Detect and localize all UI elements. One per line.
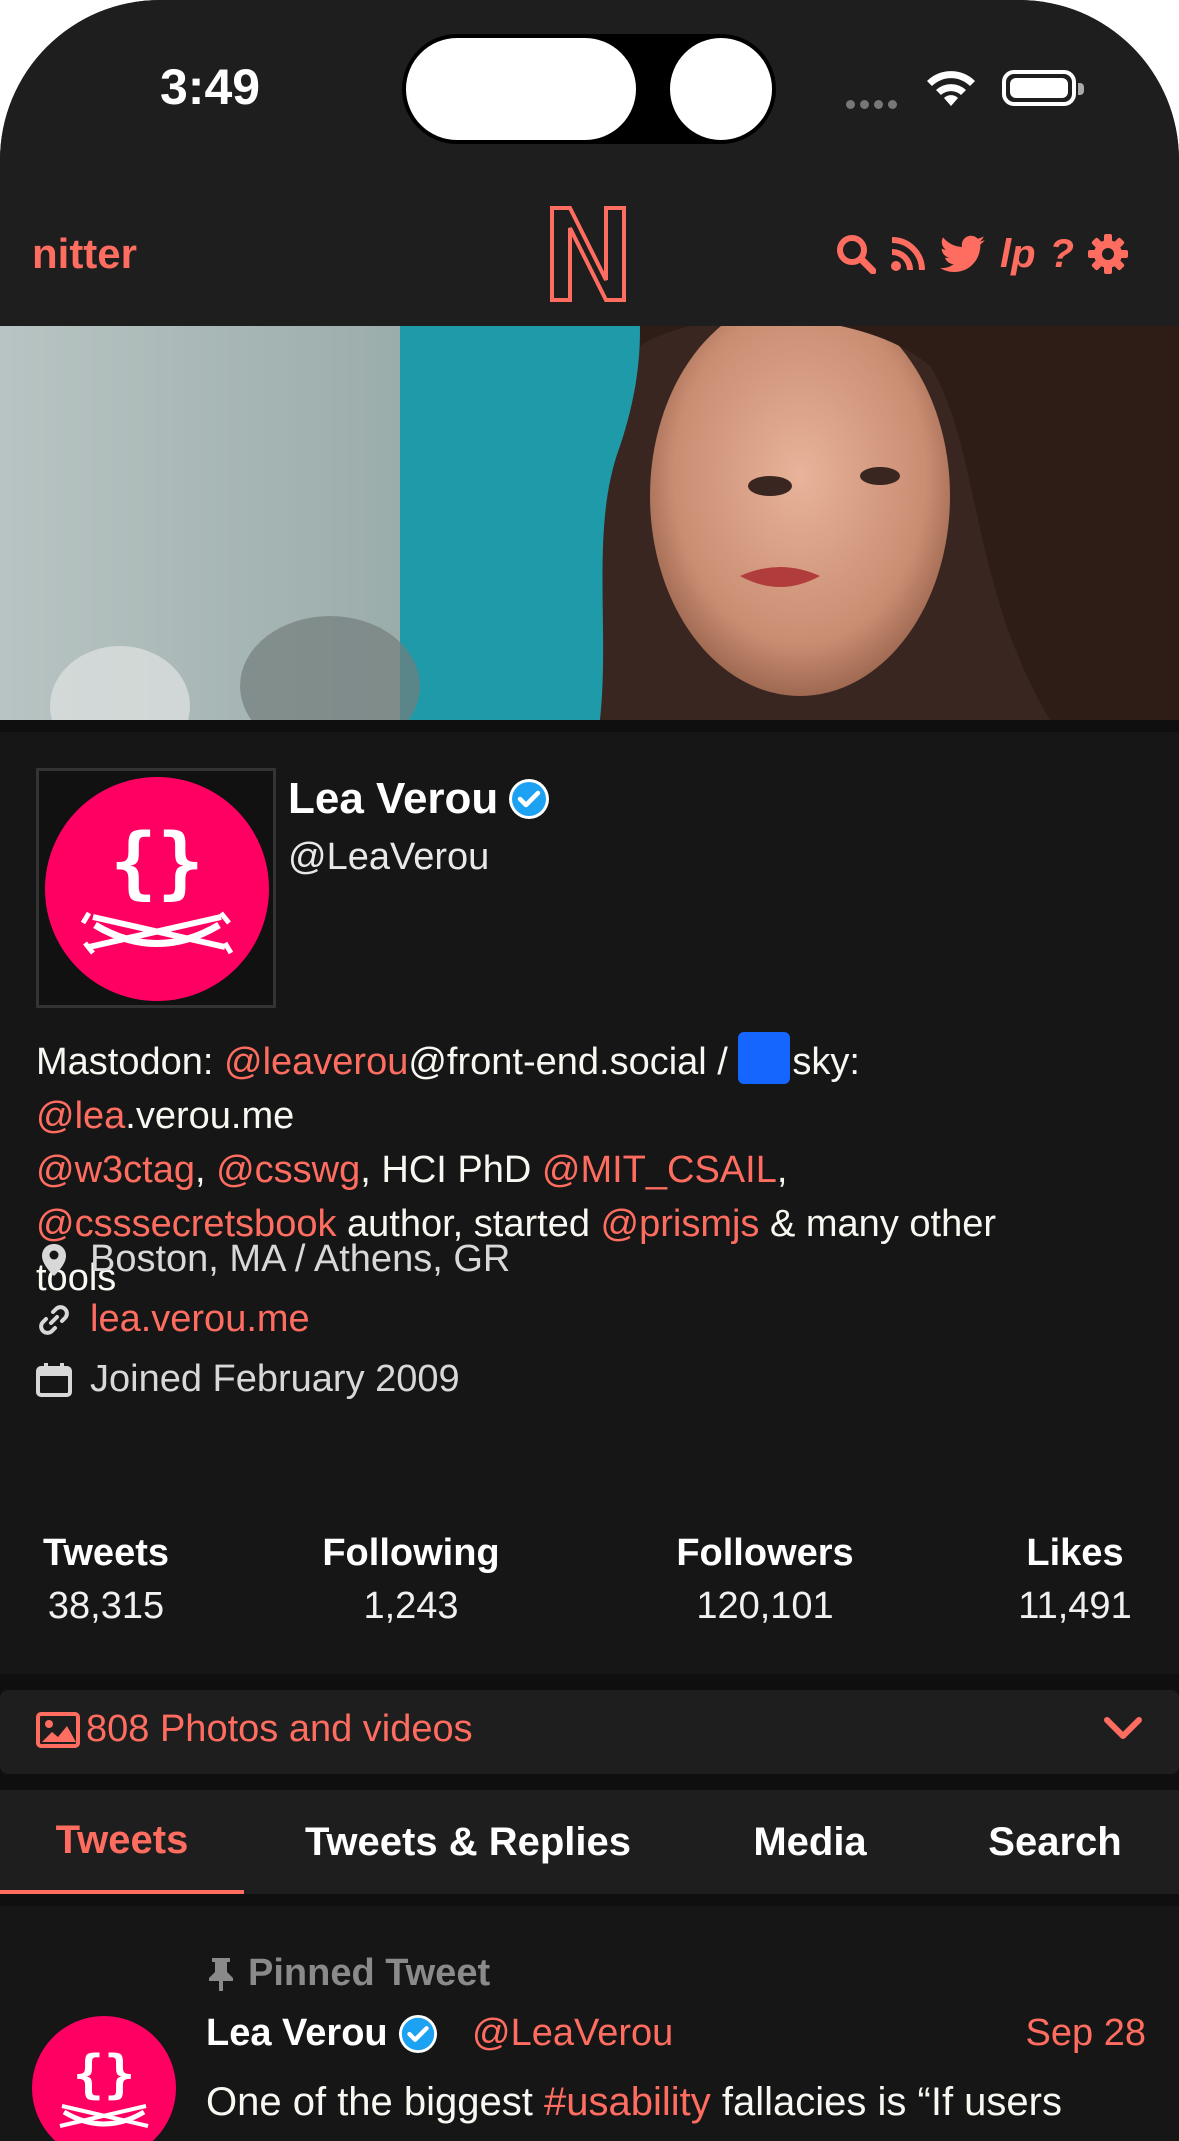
bio-text: .verou.me xyxy=(125,1095,295,1137)
svg-text:{}: {} xyxy=(110,818,204,908)
tweet-avatar[interactable]: {} xyxy=(32,2016,176,2141)
lp-icon[interactable]: lp xyxy=(1000,230,1036,278)
phone-screen: 3:49 nitter lp ? {} Lea Verou @LeaVerou … xyxy=(0,0,1179,2141)
bio-mention-link[interactable]: @w3ctag xyxy=(36,1149,195,1191)
bio-text: , xyxy=(194,1149,217,1191)
stat-value: 120,101 xyxy=(696,1585,834,1627)
bio-line-1: Mastodon: @leaverou@front-end.social / s… xyxy=(36,1032,1146,1089)
bio-text: , HCI PhD xyxy=(360,1149,542,1191)
stat-likes[interactable]: Likes 11,491 xyxy=(1006,1532,1144,1628)
profile-location: Boston, MA / Athens, GR xyxy=(36,1238,1136,1281)
battery-icon xyxy=(1002,70,1084,106)
bio-text: @front-end.social / xyxy=(408,1041,739,1083)
profile-username[interactable]: @LeaVerou xyxy=(288,836,489,879)
verified-badge-icon xyxy=(509,779,550,819)
pinned-tweet-label: Pinned Tweet xyxy=(206,1952,490,1995)
tab-media[interactable]: Media xyxy=(700,1790,920,1894)
tab-tweets[interactable]: Tweets xyxy=(0,1790,244,1894)
tweet-fullname[interactable]: Lea Verou xyxy=(206,2012,438,2055)
help-icon[interactable]: ? xyxy=(1050,230,1074,278)
website-link[interactable]: lea.verou.me xyxy=(90,1298,310,1341)
stat-followers[interactable]: Followers 120,101 xyxy=(660,1532,870,1628)
bio-mention-link[interactable]: @leaverou xyxy=(224,1041,408,1083)
stat-value: 1,243 xyxy=(363,1585,459,1627)
pinned-text: Pinned Tweet xyxy=(248,1952,491,1994)
cellular-signal-icon xyxy=(846,96,902,114)
location-text: Boston, MA / Athens, GR xyxy=(90,1238,511,1280)
settings-icon[interactable] xyxy=(1087,230,1128,278)
location-pin-icon xyxy=(36,1243,72,1277)
navbar: nitter lp ? xyxy=(0,190,1179,326)
timeline-item[interactable]: Pinned Tweet {} Lea Verou @LeaVerou Sep … xyxy=(0,1906,1179,2141)
profile-website: lea.verou.me xyxy=(36,1298,1136,1341)
link-icon xyxy=(36,1303,72,1337)
hashtag-link[interactable]: #usability xyxy=(544,2080,711,2124)
stat-label: Followers xyxy=(676,1532,854,1574)
search-icon[interactable] xyxy=(836,230,876,278)
tweet-fullname-text: Lea Verou xyxy=(206,2012,388,2054)
rss-icon[interactable] xyxy=(890,230,926,278)
profile-card: {} Lea Verou @LeaVerou Mastodon: @leaver… xyxy=(0,732,1179,1674)
tweet-content: One of the biggest #usability fallacies … xyxy=(206,2080,1146,2125)
profile-joindate: Joined February 2009 xyxy=(36,1358,1136,1401)
tweet-date[interactable]: Sep 28 xyxy=(1026,2012,1146,2055)
bio-mention-link[interactable]: @lea xyxy=(36,1095,125,1137)
verified-badge-icon xyxy=(398,2014,437,2053)
photos-and-videos-toggle[interactable]: 808 Photos and videos xyxy=(0,1690,1179,1774)
profile-banner[interactable] xyxy=(0,326,1179,720)
profile-avatar-frame[interactable]: {} xyxy=(36,768,276,1008)
stat-label: Likes xyxy=(1026,1532,1124,1574)
profile-fullname[interactable]: Lea Verou xyxy=(288,774,550,824)
dynamic-island xyxy=(402,34,776,144)
status-time: 3:49 xyxy=(160,59,261,115)
svg-text:{}: {} xyxy=(73,2045,136,2105)
pin-icon xyxy=(209,1957,233,1991)
chevron-down-icon[interactable] xyxy=(1103,1714,1143,1744)
profile-fullname-text: Lea Verou xyxy=(288,774,499,823)
tweet-text: One of the biggest xyxy=(206,2080,545,2124)
photos-label: 808 Photos and videos xyxy=(86,1708,473,1750)
nitter-logo-icon[interactable] xyxy=(548,204,628,304)
stat-value: 38,315 xyxy=(47,1585,165,1627)
bio-text: sky: xyxy=(792,1041,860,1083)
blue-square-emoji-icon xyxy=(738,1032,791,1084)
wifi-icon xyxy=(927,71,975,106)
bio-mention-link[interactable]: @MIT_CSAIL xyxy=(542,1149,777,1191)
tweet-header: Lea Verou @LeaVerou Sep 28 xyxy=(206,2012,1146,2066)
tab-tweets-replies[interactable]: Tweets & Replies xyxy=(270,1790,666,1894)
twitter-icon[interactable] xyxy=(940,230,986,278)
stat-label: Tweets xyxy=(42,1532,169,1574)
stat-tweets[interactable]: Tweets 38,315 xyxy=(36,1532,176,1628)
avatar[interactable]: {} xyxy=(45,777,269,1001)
tweet-text: fallacies is “If users xyxy=(710,2080,1062,2124)
stat-label: Following xyxy=(322,1532,500,1574)
bio-text: , xyxy=(776,1149,788,1191)
tweet-username[interactable]: @LeaVerou xyxy=(472,2012,673,2055)
status-bar: 3:49 xyxy=(0,0,1179,190)
timeline-tabs: Tweets Tweets & Replies Media Search xyxy=(0,1790,1179,1894)
bio-mention-link[interactable]: @csswg xyxy=(216,1149,360,1191)
bio-text: Mastodon: xyxy=(36,1041,224,1083)
calendar-icon xyxy=(36,1362,72,1397)
brand-link[interactable]: nitter xyxy=(32,230,137,278)
bio-line-3: @w3ctag, @csswg, HCI PhD @MIT_CSAIL, xyxy=(36,1143,1146,1197)
joined-text: Joined February 2009 xyxy=(90,1358,460,1400)
stat-value: 11,491 xyxy=(1018,1585,1132,1627)
tab-search[interactable]: Search xyxy=(960,1790,1150,1894)
bio-line-2: @lea.verou.me xyxy=(36,1089,1146,1143)
image-icon xyxy=(36,1711,80,1748)
profile-stats: Tweets 38,315 Following 1,243 Followers … xyxy=(36,1532,1144,1642)
stat-following[interactable]: Following 1,243 xyxy=(316,1532,506,1628)
